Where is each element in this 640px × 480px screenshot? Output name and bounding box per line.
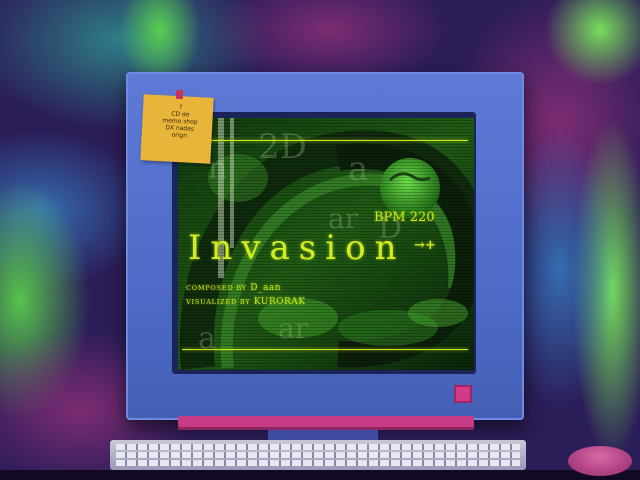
composer-name: D_aan (250, 283, 282, 293)
pin-icon (176, 90, 183, 99)
svg-text:n: n (208, 151, 227, 186)
mouse (568, 446, 632, 476)
svg-text:ar: ar (278, 312, 309, 345)
key-row (116, 452, 520, 458)
hud-top-line (182, 140, 468, 141)
visualizer-prefix: visualized by (186, 298, 251, 306)
visualizer-name: KURORAK (253, 297, 306, 307)
sticky-note-text: ? CD de memo shop DX nadas orign (149, 102, 211, 140)
svg-text:2D: 2D (258, 127, 307, 167)
svg-text:a: a (348, 149, 368, 189)
hud-bottom-line (182, 349, 468, 350)
globe-icon (380, 158, 440, 218)
game-screen[interactable]: 2D n a D ar ar a BPM 220 Invasion →+ com… (178, 118, 474, 370)
composer-credit: composed by D_aan (186, 283, 281, 293)
song-title: Invasion (188, 228, 406, 268)
visualizer-credit: visualized by KURORAK (186, 297, 306, 307)
bpm-label: BPM 220 (374, 210, 435, 225)
monitor-stand (178, 416, 474, 430)
key-row (116, 460, 520, 466)
arrow-icon: →+ (414, 238, 436, 253)
power-button[interactable] (454, 385, 472, 403)
composer-prefix: composed by (186, 284, 247, 292)
keyboard (110, 440, 526, 470)
key-row (116, 444, 520, 450)
svg-text:a: a (198, 321, 216, 356)
